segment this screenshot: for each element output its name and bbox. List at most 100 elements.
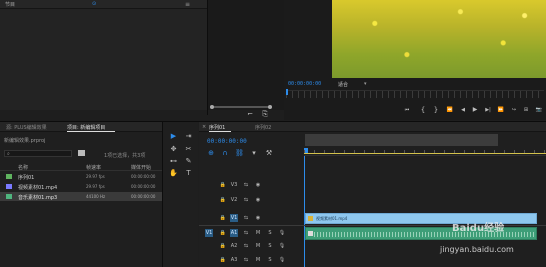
export-frame-icon[interactable]: ⎘ [261,110,269,118]
snap-icon[interactable]: ∩ [221,149,229,157]
column-name[interactable]: 名称 [18,164,28,171]
program-timecode[interactable]: 00:00:00:00 [288,81,321,87]
audio-fx-badge [308,231,313,236]
program-transport: ⏮ { } ⏪ ◀ ▶ ▶| ⏩ ↪ ⊞ 📷 [399,105,546,115]
tab-sequence-01[interactable]: 序列01 [209,124,225,131]
work-area-bar[interactable] [305,134,498,146]
project-panel: 源: PLUS编辑效果 项目: 新编辑项目 新编辑效果.prproj ⌕ 1项已… [0,122,162,267]
middle-scrollbar[interactable] [210,106,272,108]
slip-tool-icon[interactable]: ⊷ [169,157,178,165]
microphone-icon[interactable]: 🎙 [278,256,286,264]
timeline-timecode[interactable]: 00:00:00:00 [207,138,247,145]
new-bin-icon[interactable] [78,150,85,156]
track-label[interactable]: A2 [230,242,238,250]
track-lock-icon[interactable]: 🔒 [219,229,227,237]
mark-in-icon[interactable]: { [419,106,427,114]
project-column-headers: 名称 帧速率 媒体开始 [0,162,162,171]
sync-lock-icon[interactable]: ⇆ [242,196,250,204]
tab-source-effects[interactable]: 源: PLUS编辑效果 [6,124,47,131]
watermark: Baidu经验 jingyan.baidu.com [434,205,544,265]
play-icon[interactable]: ▶ [471,106,479,114]
linked-selection-icon[interactable]: ⛓ [235,149,244,157]
video-track-header: 🔒 V3 ⇆ ◉ [199,180,303,191]
column-fps[interactable]: 帧速率 [86,164,101,171]
go-to-out-icon[interactable]: ⏩ [497,106,505,114]
hand-tool-icon[interactable]: ✋ [169,169,178,177]
add-marker-icon[interactable]: ⏮ [403,106,411,114]
step-back-icon[interactable]: ◀ [459,106,467,114]
pen-tool-icon[interactable]: ✎ [184,157,193,165]
track-label[interactable]: V1 [230,214,238,222]
step-forward-icon[interactable]: ▶| [484,106,492,114]
middle-scroll-handle-left[interactable] [210,105,214,109]
track-label[interactable]: A1 [230,229,238,237]
column-media-start[interactable]: 媒体开始 [131,164,151,171]
source-patch[interactable]: V1 [205,229,213,237]
mark-out-icon[interactable]: } [432,106,440,114]
program-timeruler[interactable] [286,90,544,98]
sync-lock-icon[interactable]: ⇆ [242,181,250,189]
track-label[interactable]: V2 [230,196,238,204]
project-search-input[interactable]: ⌕ [4,150,72,157]
mute-button[interactable]: M [254,242,262,250]
track-lock-icon[interactable]: 🔒 [219,256,227,264]
add-marker-icon[interactable]: ▾ [250,149,258,157]
fit-dropdown-icon[interactable]: ▾ [364,81,367,87]
watermark-brand: Baidu经验 [452,223,505,234]
video-clip-icon [6,184,12,189]
solo-button[interactable]: S [266,256,274,264]
source-panel-marker: ⊙ [92,1,97,7]
program-playhead[interactable] [286,89,288,95]
tab-project[interactable]: 项目: 新编辑项目 [67,124,105,131]
nest-icon[interactable]: ⊕ [207,149,215,157]
track-lock-icon[interactable]: 🔒 [219,181,227,189]
panel-menu-icon[interactable]: ≡ [185,1,190,8]
tab-project-underline [67,131,115,132]
export-frame-camera-icon[interactable]: 📷 [534,106,544,114]
track-lock-icon[interactable]: 🔒 [219,242,227,250]
sync-lock-icon[interactable]: ⇆ [242,242,250,250]
program-fit-select[interactable]: 适合 [338,81,348,88]
table-row[interactable]: 序列01 29.97 fps 00:00:00:00 [0,172,162,181]
ripple-edit-tool-icon[interactable]: ✥ [169,145,178,153]
eye-icon[interactable]: ◉ [254,214,262,222]
table-row[interactable]: 音乐素材01.mp3 44100 Hz 00:00:00:00 [0,192,162,201]
sequence-icon [6,174,12,179]
tab-close-icon[interactable]: × [202,124,206,130]
source-panel-title[interactable]: 节目 [5,1,15,8]
microphone-icon[interactable]: 🎙 [278,229,286,237]
microphone-icon[interactable]: 🎙 [278,242,286,250]
go-to-in-icon[interactable]: ⏪ [446,106,454,114]
watermark-url: jingyan.baidu.com [440,245,514,254]
solo-button[interactable]: S [266,242,274,250]
timeline-tabs: × 序列01 序列02 [199,122,546,132]
source-panel-header: 节目 ⊙ ≡ [0,0,207,9]
track-select-tool-icon[interactable]: ⇥ [184,132,193,140]
type-tool-icon[interactable]: T [184,169,193,177]
eye-icon[interactable]: ◉ [254,181,262,189]
sync-lock-icon[interactable]: ⇆ [242,256,250,264]
eye-icon[interactable]: ◉ [254,196,262,204]
mute-button[interactable]: M [254,229,262,237]
mute-button[interactable]: M [254,256,262,264]
timeline-panel: × 序列01 序列02 00:00:00:00 ⊕ ∩ ⛓ ▾ ⚒ 🔒 V3 ⇆… [199,122,546,267]
track-lock-icon[interactable]: 🔒 [219,214,227,222]
razor-tool-icon[interactable]: ✂ [184,145,193,153]
project-tabs: 源: PLUS编辑效果 项目: 新编辑项目 [0,122,162,132]
table-row[interactable]: 视频素材01.mp4 29.97 fps 00:00:00:00 [0,182,162,191]
sync-lock-icon[interactable]: ⇆ [242,214,250,222]
wrench-icon[interactable]: ⌐ [246,110,254,118]
track-lock-icon[interactable]: 🔒 [219,196,227,204]
settings-wrench-icon[interactable]: ⚒ [265,149,273,157]
selection-tool-icon[interactable]: ▶ [169,132,178,140]
sync-lock-icon[interactable]: ⇆ [242,229,250,237]
middle-scroll-handle-right[interactable] [268,105,272,109]
tools-panel: ▶ ⇥ ✥ ✂ ⊷ ✎ ✋ T [163,122,198,267]
tab-sequence-02[interactable]: 序列02 [255,124,271,131]
insert-icon[interactable]: ↪ [510,106,518,114]
track-label[interactable]: V3 [230,181,238,189]
playhead-line[interactable] [304,156,305,267]
solo-button[interactable]: S [266,229,274,237]
track-label[interactable]: A3 [230,256,238,264]
overwrite-icon[interactable]: ⊞ [522,106,530,114]
